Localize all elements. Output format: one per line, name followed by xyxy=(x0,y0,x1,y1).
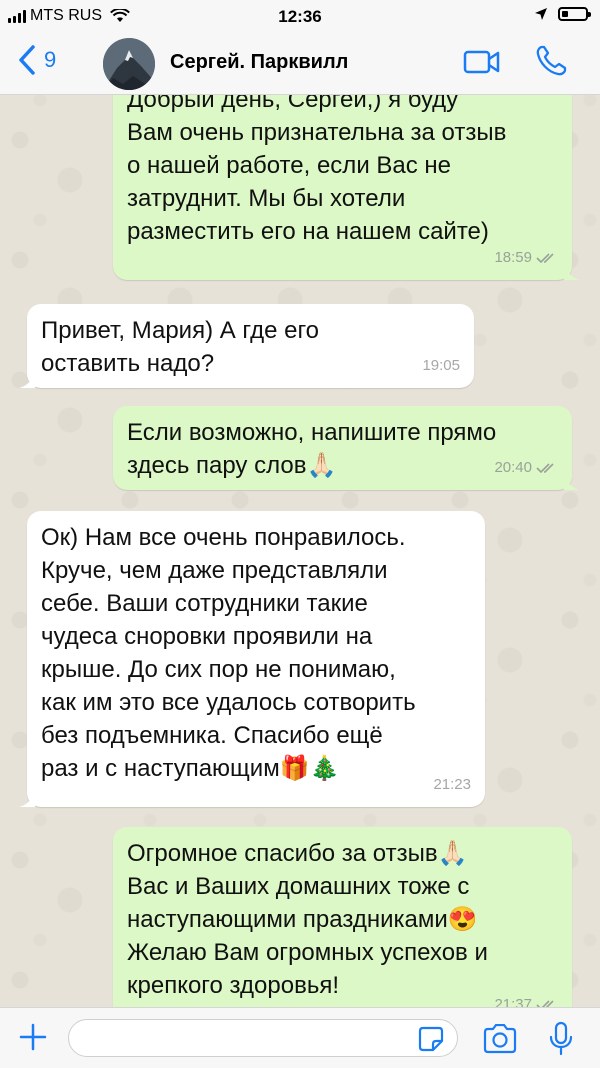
back-button[interactable]: 9 xyxy=(16,44,56,76)
contact-name[interactable]: Сергей. Парквилл xyxy=(170,51,348,74)
bubble-tail xyxy=(564,474,580,490)
battery-icon xyxy=(558,7,591,21)
message-bubble-outgoing[interactable]: Добрый день, Сергей,) я буду Вам очень п… xyxy=(113,95,580,280)
message-time: 21:23 xyxy=(433,776,471,793)
message-meta: 18:59 xyxy=(494,241,558,274)
message-bubble-incoming[interactable]: Привет, Мария) А где его оставить надо? … xyxy=(19,304,474,388)
location-arrow-icon xyxy=(535,8,547,20)
avatar[interactable] xyxy=(103,38,155,90)
status-time: 12:36 xyxy=(278,7,322,26)
message-text: Огромное спасибо за отзыв🙏🏻 Вас и Ваших … xyxy=(127,840,488,999)
microphone-icon[interactable] xyxy=(548,1021,574,1057)
message-meta: 19:05 xyxy=(422,349,460,382)
bubble-tail xyxy=(19,791,35,807)
message-meta: 20:40 xyxy=(494,451,558,484)
message-list[interactable]: Добрый день, Сергей,) я буду Вам очень п… xyxy=(0,95,600,1007)
message-meta: 21:37 xyxy=(494,988,558,1007)
message-text: Если возможно, напишите прямо здесь пару… xyxy=(127,419,497,479)
read-ticks-icon xyxy=(536,462,554,473)
plus-icon[interactable] xyxy=(18,1022,48,1052)
message-input[interactable] xyxy=(68,1019,458,1057)
message-text: Добрый день, Сергей,) я буду Вам очень п… xyxy=(127,95,507,245)
message-bubble-outgoing[interactable]: Огромное спасибо за отзыв🙏🏻 Вас и Ваших … xyxy=(113,827,572,1007)
message-time: 18:59 xyxy=(494,249,532,266)
video-call-icon[interactable] xyxy=(463,48,501,76)
read-ticks-icon xyxy=(536,252,554,263)
mountain-avatar-image xyxy=(103,38,155,90)
status-bar: MTS RUS 12:36 xyxy=(0,0,600,34)
status-right xyxy=(534,7,591,21)
camera-icon[interactable] xyxy=(482,1024,518,1054)
input-bar xyxy=(0,1007,600,1068)
message-time: 19:05 xyxy=(422,357,460,374)
read-ticks-icon xyxy=(536,999,554,1007)
sticker-icon[interactable] xyxy=(418,1026,444,1052)
phone-icon[interactable] xyxy=(534,44,568,78)
message-meta: 21:23 xyxy=(433,768,471,801)
message-time: 20:40 xyxy=(494,459,532,476)
message-time: 21:37 xyxy=(494,996,532,1007)
bubble-tail xyxy=(19,372,35,388)
chat-header: 9 Сергей. Парквилл xyxy=(0,34,600,95)
unread-count: 9 xyxy=(44,47,57,72)
message-text: Привет, Мария) А где его оставить надо? xyxy=(41,317,320,377)
message-text: Ок) Нам все очень понравилось. Круче, че… xyxy=(41,524,416,782)
message-bubble-incoming[interactable]: Ок) Нам все очень понравилось. Круче, че… xyxy=(19,511,485,807)
back-chevron-icon xyxy=(19,45,35,75)
bubble-tail xyxy=(564,264,580,280)
message-bubble-outgoing[interactable]: Если возможно, напишите прямо здесь пару… xyxy=(113,406,580,490)
